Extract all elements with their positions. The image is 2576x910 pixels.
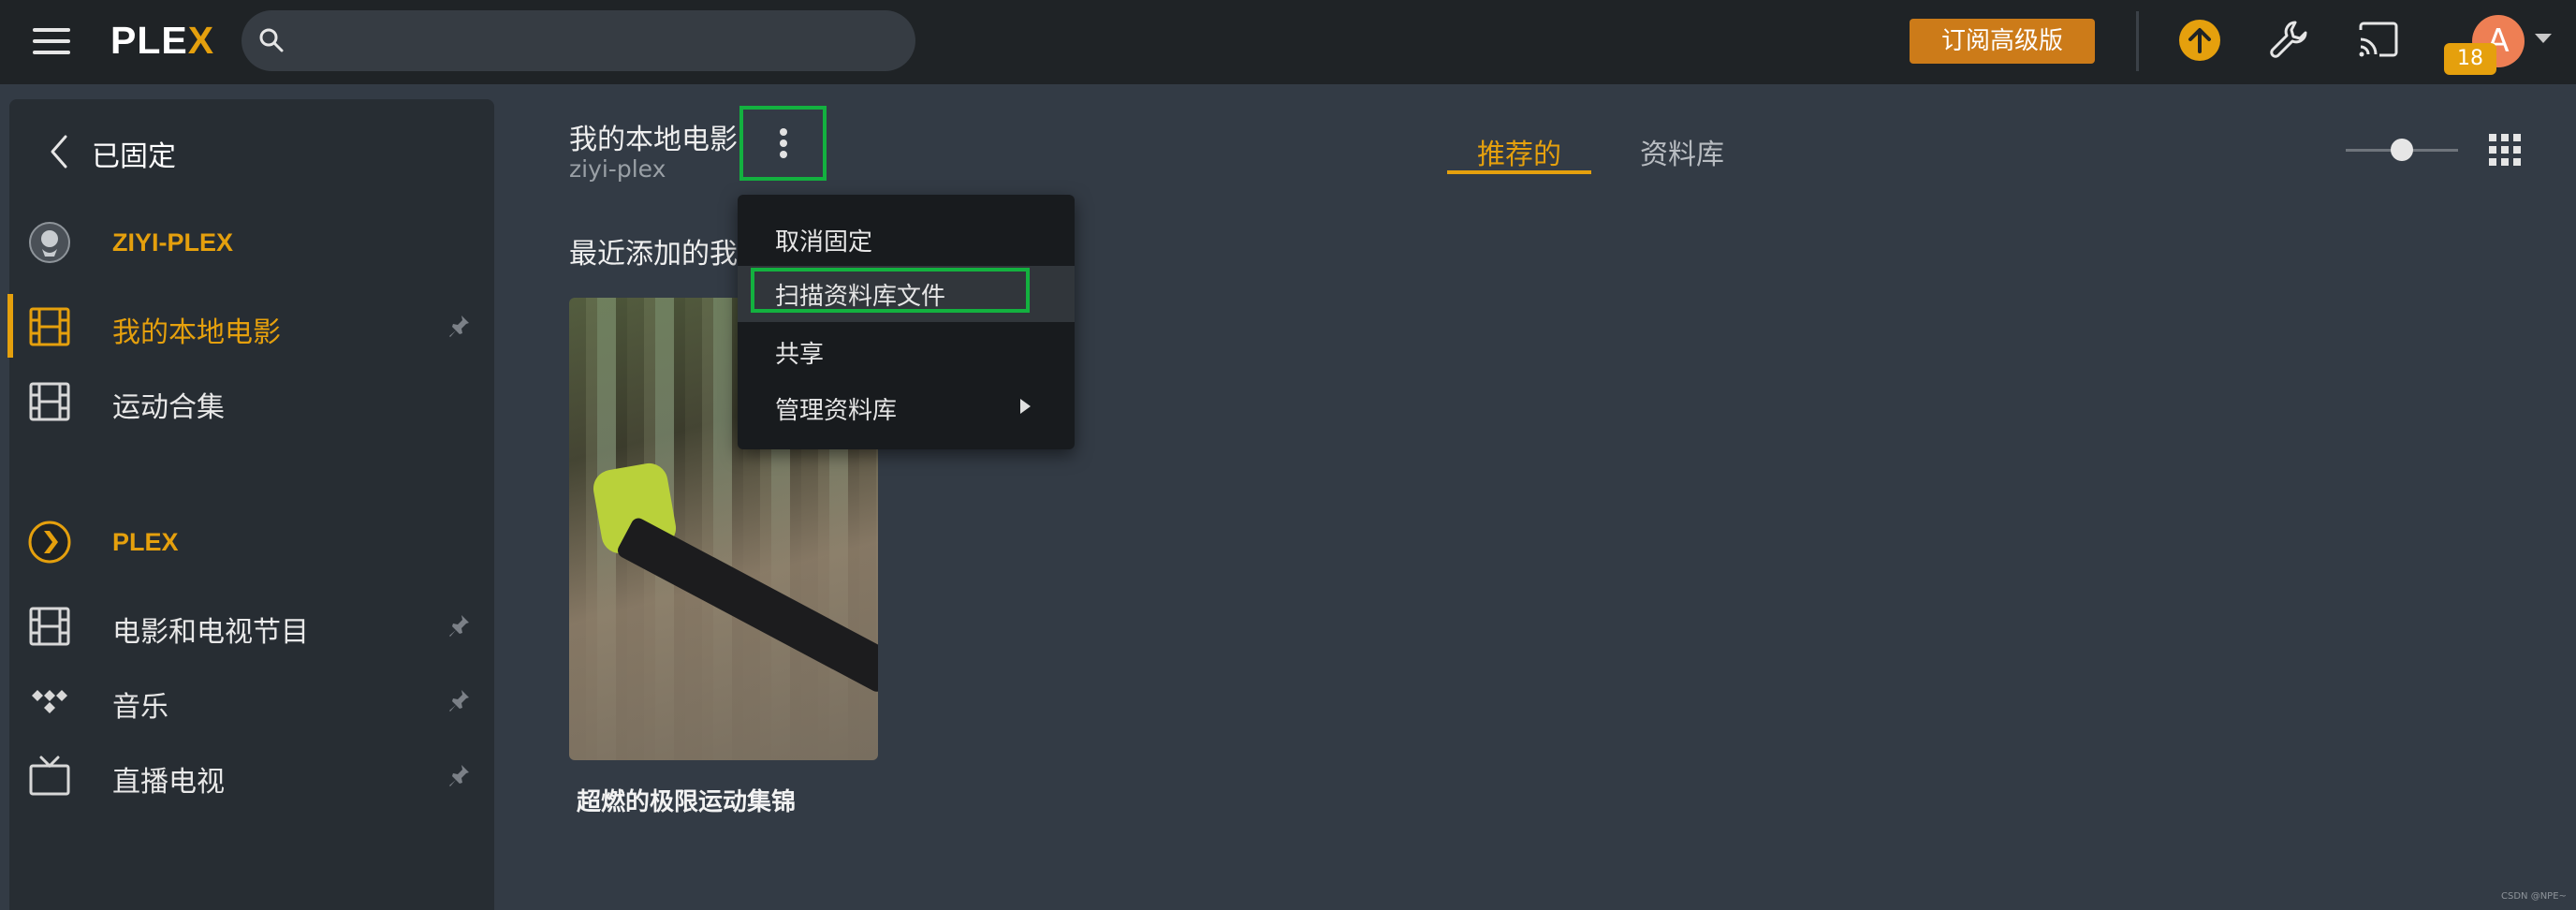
chevron-left-icon [51,135,67,169]
back-label: 已固定 [92,140,176,173]
plex-logo[interactable]: PLEX [110,19,214,63]
sidebar-item-movies-tv[interactable]: 电影和电视节目 [9,592,494,659]
upgrade-arrow-icon[interactable] [2179,20,2220,61]
notification-badge: 18 [2444,43,2496,75]
sidebar-item-label: 音乐 [112,691,168,724]
sidebar-item-ziyi-plex[interactable]: ZIYI-PLEX [9,208,494,275]
sidebar-item-my-local-movies[interactable]: 我的本地电影 [7,292,494,360]
grid-view-icon[interactable] [2489,134,2521,166]
recently-added-heading[interactable]: 最近添加的我 [569,230,738,272]
topbar-divider [2136,11,2139,71]
menu-item-unpin[interactable]: 取消固定 [738,210,1075,266]
logo-text: PLE [110,19,188,62]
menu-item-manage-library[interactable]: 管理资料库 [738,378,1075,434]
sidebar-item-label: 直播电视 [112,766,225,799]
cast-icon[interactable] [2357,21,2400,64]
sidebar-item-label: ZIYI-PLEX [112,228,234,257]
active-tab-indicator [1447,170,1591,174]
settings-wrench-icon[interactable] [2267,17,2310,64]
slider-handle[interactable] [2391,139,2413,161]
pin-icon[interactable] [446,313,472,339]
search-icon [259,28,284,52]
sidebar-item-label: 运动合集 [112,391,225,424]
tab-library[interactable]: 资料库 [1640,131,1724,172]
more-options-button[interactable] [739,106,827,181]
logo-x: X [187,19,215,62]
menu-item-scan-library-files[interactable]: 扫描资料库文件 [738,266,1075,322]
sidebar-item-live-tv[interactable]: 直播电视 [9,741,494,809]
tv-icon [29,756,70,796]
sidebar-item-label: PLEX [112,528,179,556]
menu-item-share[interactable]: 共享 [738,322,1075,378]
library-title: 我的本地电影 [569,124,738,156]
library-options-menu: 取消固定 扫描资料库文件 共享 管理资料库 [738,195,1075,449]
sidebar: 已固定 ZIYI-PLEX 我的本地电影 运动合集 PLEX 电影和电视节目 音… [7,99,494,910]
film-icon [29,607,70,646]
sidebar-item-sports-collection[interactable]: 运动合集 [9,367,494,434]
pin-icon[interactable] [446,612,472,638]
watermark: CSDN @NPE~ [2501,891,2567,902]
library-server-name: ziyi-plex [569,155,666,183]
pin-icon[interactable] [446,687,472,713]
back-to-pinned-button[interactable]: 已固定 [41,127,322,174]
more-vertical-icon [780,128,787,136]
subscribe-premium-button[interactable]: 订阅高级版 [1910,19,2095,64]
menu-item-label: 取消固定 [775,228,873,257]
pin-icon[interactable] [446,762,472,788]
submenu-arrow-icon [1020,399,1031,414]
menu-item-label: 扫描资料库文件 [775,283,946,311]
hamburger-menu-icon[interactable] [33,28,70,56]
search-input[interactable] [242,10,915,71]
sidebar-item-label: 电影和电视节目 [112,616,309,649]
tab-recommended[interactable]: 推荐的 [1477,131,1561,172]
film-icon [29,382,70,421]
top-bar: PLEX 订阅高级版 A 18 [0,0,2576,84]
poster-image-detail [615,515,878,695]
sidebar-item-plex[interactable]: PLEX [9,507,494,575]
chevron-down-icon[interactable] [2535,34,2552,43]
plex-chevron-icon [28,521,71,564]
menu-item-label: 管理资料库 [775,397,898,425]
sidebar-item-label: 我的本地电影 [112,316,281,349]
menu-item-label: 共享 [775,341,825,369]
video-title[interactable]: 超燃的极限运动集锦 [577,783,796,817]
film-icon [29,307,70,346]
tidal-icon [32,690,67,713]
server-avatar-icon [29,222,70,263]
sidebar-item-music[interactable]: 音乐 [9,667,494,734]
